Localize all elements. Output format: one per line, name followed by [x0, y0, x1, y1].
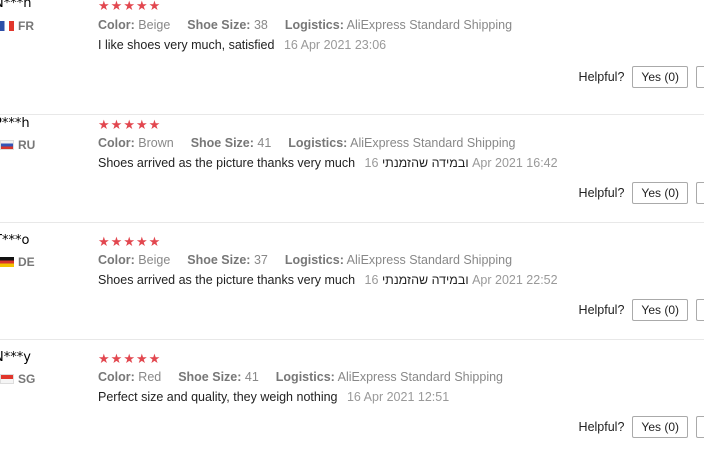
review-text: Shoes arrived as the picture thanks very… — [98, 156, 469, 170]
review-attributes: Color: Beige Shoe Size: 38 Logistics: Al… — [98, 18, 512, 32]
size-value: 37 — [253, 253, 268, 267]
helpful-label: Helpful? — [578, 420, 625, 434]
star-icon: ★ — [135, 234, 149, 249]
star-icon: ★ — [123, 0, 136, 13]
star-rating: ★★★★★ — [98, 351, 162, 366]
color-label: Color: — [98, 18, 135, 32]
helpful-no-button[interactable] — [696, 299, 704, 321]
color-value: Brown — [138, 136, 174, 150]
review-attributes: Color: Red Shoe Size: 41 Logistics: AliE… — [98, 370, 503, 384]
star-icon: ★ — [135, 351, 149, 366]
star-icon: ★ — [135, 117, 149, 132]
size-label: Shoe Size: — [190, 136, 254, 150]
color-label: Color: — [98, 370, 135, 384]
user-name: P***h — [0, 116, 30, 131]
star-icon: ★ — [148, 117, 162, 132]
star-icon: ★ — [98, 351, 111, 366]
star-icon: ★ — [98, 234, 111, 249]
star-rating: ★★★★★ — [98, 234, 162, 249]
star-icon: ★ — [98, 117, 111, 132]
country-code: SG — [18, 372, 36, 386]
star-icon: ★ — [123, 234, 136, 249]
star-icon: ★ — [135, 0, 149, 13]
size-label: Shoe Size: — [178, 370, 242, 384]
user-name: N***h — [0, 0, 32, 11]
star-icon: ★ — [148, 234, 162, 249]
review-content: Shoes arrived as the picture thanks very… — [98, 273, 558, 287]
helpful-row: Helpful? Yes (0) — [579, 66, 704, 88]
review-item: P***h RU ★★★★★ Color: Brown Shoe Size: 4… — [0, 106, 704, 223]
review-attributes: Color: Beige Shoe Size: 37 Logistics: Al… — [98, 253, 512, 267]
size-value: 38 — [253, 18, 268, 32]
user-country: DE — [0, 255, 35, 269]
user-country: SG — [0, 372, 35, 386]
review-item: N***h FR ★★★★★ Color: Beige Shoe Size: 3… — [0, 0, 704, 115]
germany-flag-icon — [0, 257, 14, 267]
russia-flag-icon — [0, 140, 14, 150]
logistics-value: AliExpress Standard Shipping — [350, 136, 516, 150]
review-text: Perfect size and quality, they weigh not… — [98, 390, 338, 404]
user-country: FR — [0, 19, 34, 33]
review-content: Shoes arrived as the picture thanks very… — [98, 156, 558, 170]
star-rating: ★★★★★ — [98, 117, 162, 132]
france-flag-icon — [0, 21, 14, 31]
color-value: Red — [138, 370, 162, 384]
size-value: 41 — [257, 136, 272, 150]
helpful-row: Helpful? Yes (0) — [579, 182, 704, 204]
size-label: Shoe Size: — [187, 253, 251, 267]
country-code: RU — [18, 138, 36, 152]
size-value: 41 — [244, 370, 259, 384]
helpful-label: Helpful? — [578, 186, 625, 200]
review-date: 16 Apr 2021 23:06 — [283, 38, 387, 52]
review-attributes: Color: Brown Shoe Size: 41 Logistics: Al… — [98, 136, 516, 150]
review-text: I like shoes very much, satisfied — [98, 38, 275, 52]
star-icon: ★ — [123, 117, 136, 132]
star-icon: ★ — [110, 351, 124, 366]
helpful-row: Helpful? Yes (0) — [579, 299, 704, 321]
helpful-no-button[interactable] — [696, 66, 704, 88]
logistics-value: AliExpress Standard Shipping — [337, 370, 503, 384]
helpful-yes-button[interactable]: Yes (0) — [632, 182, 688, 204]
color-value: Beige — [138, 253, 171, 267]
review-item: T***o DE ★★★★★ Color: Beige Shoe Size: 3… — [0, 223, 704, 340]
star-icon: ★ — [148, 351, 162, 366]
star-icon: ★ — [110, 234, 124, 249]
star-icon: ★ — [123, 351, 136, 366]
singapore-flag-icon — [0, 374, 14, 384]
star-rating: ★★★★★ — [98, 0, 162, 13]
logistics-label: Logistics: — [288, 136, 348, 150]
helpful-yes-button[interactable]: Yes (0) — [632, 416, 688, 438]
color-label: Color: — [98, 136, 135, 150]
color-label: Color: — [98, 253, 135, 267]
logistics-label: Logistics: — [284, 253, 344, 267]
star-icon: ★ — [110, 117, 124, 132]
country-code: FR — [18, 19, 34, 33]
helpful-label: Helpful? — [578, 70, 625, 84]
logistics-value: AliExpress Standard Shipping — [346, 253, 513, 267]
helpful-no-button[interactable] — [696, 416, 704, 438]
star-icon: ★ — [148, 0, 162, 13]
review-content: I like shoes very much, satisfied 16 Apr… — [98, 38, 386, 52]
logistics-value: AliExpress Standard Shipping — [346, 18, 513, 32]
star-icon: ★ — [98, 0, 111, 13]
user-country: RU — [0, 138, 35, 152]
logistics-label: Logistics: — [275, 370, 335, 384]
user-name: T***o — [0, 233, 30, 248]
review-date: 16 Apr 2021 12:51 — [346, 390, 450, 404]
star-icon: ★ — [110, 0, 124, 13]
helpful-no-button[interactable] — [696, 182, 704, 204]
size-label: Shoe Size: — [187, 18, 251, 32]
user-name: N***y — [0, 350, 31, 365]
logistics-label: Logistics: — [284, 18, 344, 32]
review-content: Perfect size and quality, they weigh not… — [98, 390, 449, 404]
helpful-yes-button[interactable]: Yes (0) — [632, 66, 688, 88]
color-value: Beige — [138, 18, 171, 32]
helpful-yes-button[interactable]: Yes (0) — [632, 299, 688, 321]
country-code: DE — [18, 255, 35, 269]
helpful-label: Helpful? — [578, 303, 625, 317]
review-item: N***y SG ★★★★★ Color: Red Shoe Size: 41 … — [0, 340, 704, 457]
review-text: Shoes arrived as the picture thanks very… — [98, 273, 469, 287]
helpful-row: Helpful? Yes (0) — [579, 416, 704, 438]
